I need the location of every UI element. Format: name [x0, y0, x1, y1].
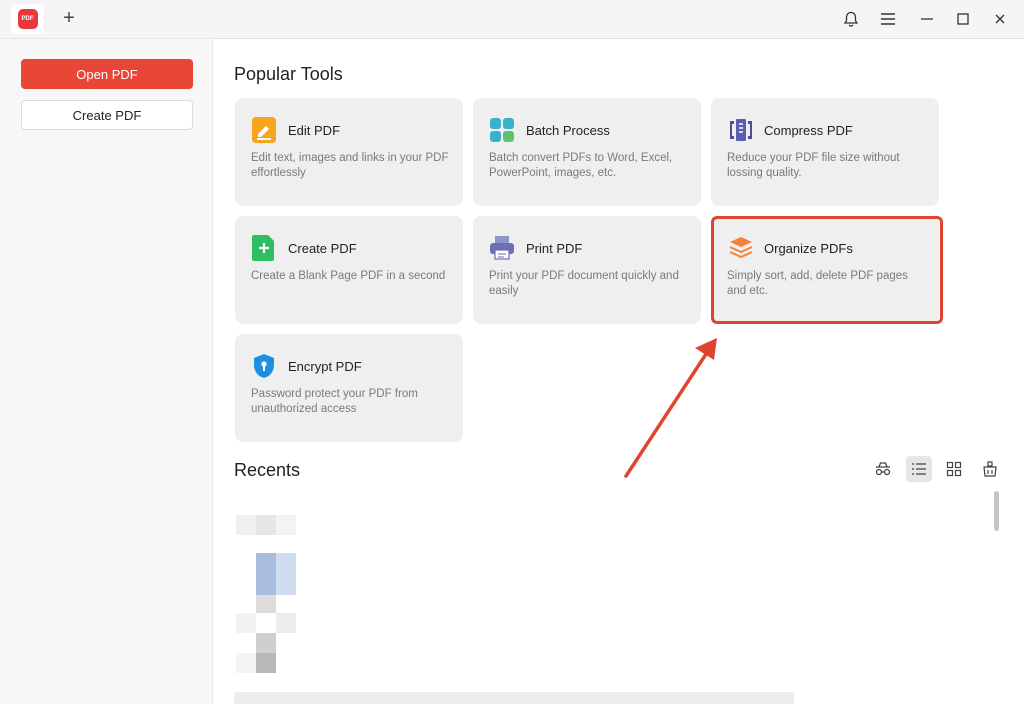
- sidebar: Open PDF Create PDF: [0, 39, 213, 704]
- tool-card-create-pdf[interactable]: Create PDF Create a Blank Page PDF in a …: [235, 216, 463, 324]
- tool-description: Reduce your PDF file size without lossin…: [727, 152, 900, 179]
- tool-card-compress-pdf[interactable]: Compress PDF Reduce your PDF file size w…: [711, 98, 939, 206]
- print-pdf-icon: [490, 235, 514, 261]
- recent-list-row[interactable]: [234, 692, 794, 704]
- tool-title: Encrypt PDF: [288, 359, 362, 374]
- batch-process-icon: [490, 117, 514, 143]
- tool-card-encrypt-pdf[interactable]: Encrypt PDF Password protect your PDF fr…: [235, 334, 463, 442]
- recents-heading: Recents: [234, 460, 301, 480]
- clean-icon[interactable]: [977, 456, 1003, 482]
- tool-title: Edit PDF: [288, 123, 341, 138]
- title-bar: PDF +: [0, 0, 1024, 39]
- open-pdf-button[interactable]: Open PDF: [21, 59, 193, 89]
- tool-card-print-pdf[interactable]: Print PDF Print your PDF document quickl…: [473, 216, 701, 324]
- annotation-arrow-icon: [624, 338, 717, 478]
- bell-icon[interactable]: [839, 7, 863, 31]
- list-view-icon[interactable]: [906, 456, 932, 482]
- menu-icon[interactable]: [876, 7, 900, 31]
- tool-description: Print your PDF document quickly and easi…: [489, 270, 679, 297]
- tool-title: Print PDF: [526, 241, 583, 256]
- tool-title: Create PDF: [288, 241, 357, 256]
- grid-view-icon[interactable]: [941, 456, 967, 482]
- edit-pdf-icon: [252, 117, 276, 143]
- recents-scrollbar[interactable]: [994, 491, 999, 531]
- tool-description: Edit text, images and links in your PDF …: [251, 152, 449, 179]
- encrypt-pdf-icon: [252, 353, 276, 379]
- highlight-box: [711, 216, 943, 324]
- tool-title: Compress PDF: [764, 123, 853, 138]
- plus-icon[interactable]: +: [58, 7, 80, 29]
- minimize-icon[interactable]: [915, 7, 939, 31]
- app-logo-tab[interactable]: PDF: [11, 4, 44, 34]
- tool-description: Password protect your PDF from unauthori…: [251, 388, 418, 415]
- tool-card-edit-pdf[interactable]: Edit PDF Edit text, images and links in …: [235, 98, 463, 206]
- tool-card-batch-process[interactable]: Batch Process Batch convert PDFs to Word…: [473, 98, 701, 206]
- maximize-icon[interactable]: [951, 7, 975, 31]
- close-icon[interactable]: [988, 7, 1012, 31]
- compress-pdf-icon: [728, 117, 752, 143]
- tool-description: Batch convert PDFs to Word, Excel, Power…: [489, 152, 673, 179]
- create-pdf-button[interactable]: Create PDF: [21, 100, 193, 130]
- recent-file-thumbnail[interactable]: [236, 515, 296, 675]
- popular-tools-heading: Popular Tools: [234, 64, 343, 84]
- create-pdf-icon: [252, 235, 276, 261]
- app-logo-icon: PDF: [17, 9, 38, 29]
- tool-title: Batch Process: [526, 123, 610, 138]
- tool-description: Create a Blank Page PDF in a second: [251, 270, 446, 282]
- private-mode-icon[interactable]: [870, 456, 896, 482]
